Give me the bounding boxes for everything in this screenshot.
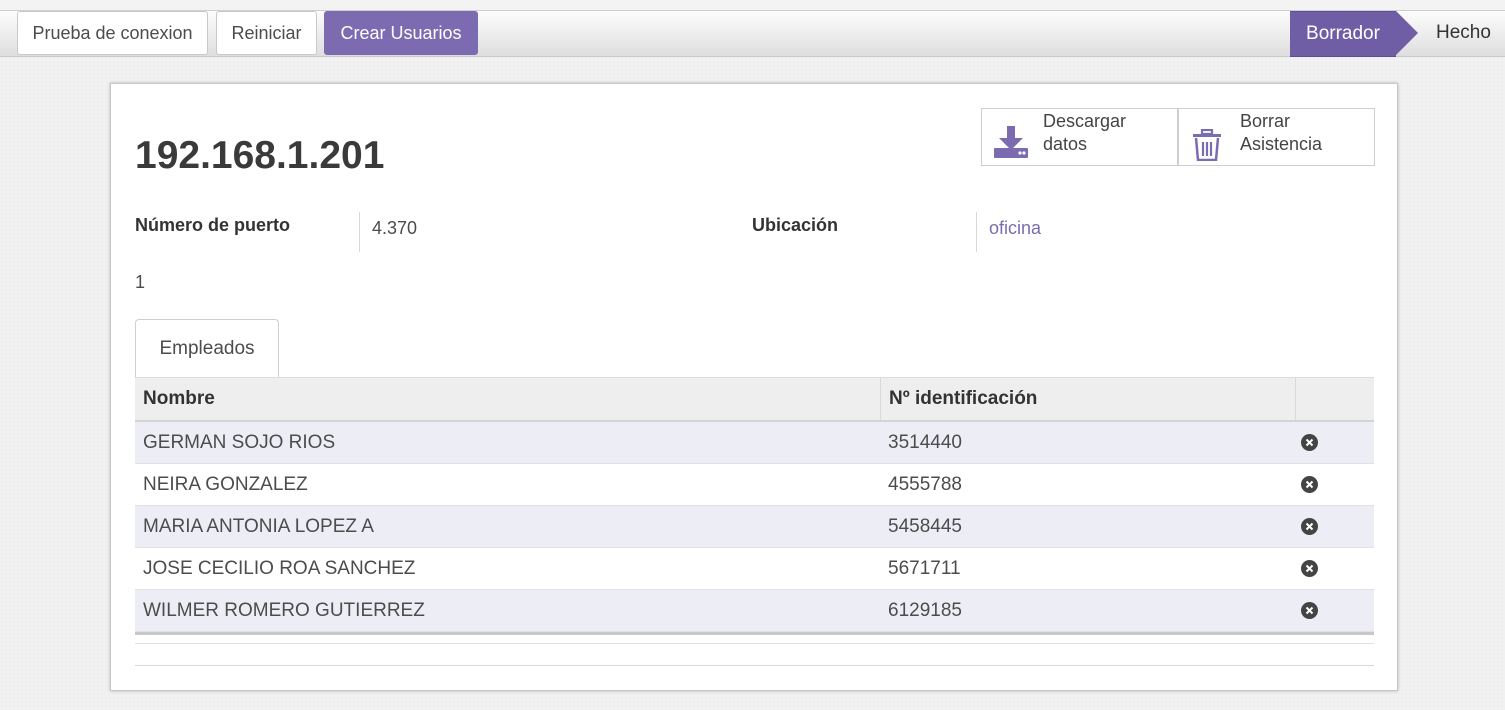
- circle-x-icon[interactable]: [1301, 476, 1318, 493]
- field-divider: [976, 212, 977, 252]
- download-label-line1: Descargar: [1043, 111, 1127, 131]
- employee-id: 5458445: [888, 515, 962, 537]
- clear-attendance-button[interactable]: Borrar Asistencia: [1178, 108, 1375, 166]
- circle-x-icon[interactable]: [1301, 602, 1318, 619]
- stage-done[interactable]: Hecho: [1436, 11, 1491, 55]
- employee-name: NEIRA GONZALEZ: [143, 473, 308, 495]
- download-icon: [993, 126, 1029, 165]
- stage-arrow: [1396, 11, 1418, 55]
- port-label: Número de puerto: [135, 215, 291, 235]
- divider: [135, 665, 1374, 666]
- column-separator: [1295, 378, 1296, 420]
- employee-name: WILMER ROMERO GUTIERREZ: [143, 599, 425, 621]
- tab-employees[interactable]: Empleados: [135, 319, 279, 378]
- employee-name: MARIA ANTONIA LOPEZ A: [143, 515, 374, 537]
- circle-x-icon[interactable]: [1301, 434, 1318, 451]
- table-row[interactable]: GERMAN SOJO RIOS 3514440: [135, 422, 1374, 464]
- test-connection-button[interactable]: Prueba de conexion: [17, 11, 208, 55]
- table-row[interactable]: MARIA ANTONIA LOPEZ A 5458445: [135, 506, 1374, 548]
- extra-value: 1: [135, 272, 146, 292]
- restart-button[interactable]: Reiniciar: [216, 11, 317, 55]
- table-row[interactable]: JOSE CECILIO ROA SANCHEZ 5671711: [135, 548, 1374, 590]
- download-data-button[interactable]: Descargar datos: [981, 108, 1178, 166]
- employee-name: GERMAN SOJO RIOS: [143, 431, 336, 453]
- employee-id: 6129185: [888, 599, 962, 621]
- location-link[interactable]: oficina: [989, 218, 1041, 239]
- field-divider: [359, 212, 360, 252]
- column-header-name[interactable]: Nombre: [143, 378, 215, 420]
- circle-x-icon[interactable]: [1301, 560, 1318, 577]
- form-sheet: 192.168.1.201 Descargar datos Borrar Asi…: [110, 83, 1398, 691]
- employee-id: 5671711: [888, 557, 961, 579]
- employee-id: 4555788: [888, 473, 962, 495]
- page-title: 192.168.1.201: [135, 134, 385, 177]
- clear-label-line2: Asistencia: [1240, 134, 1323, 154]
- trash-icon: [1192, 128, 1222, 166]
- circle-x-icon[interactable]: [1301, 518, 1318, 535]
- employee-id: 3514440: [888, 431, 962, 453]
- column-header-id[interactable]: Nº identificación: [889, 378, 1037, 420]
- table-row[interactable]: NEIRA GONZALEZ 4555788: [135, 464, 1374, 506]
- table-row[interactable]: WILMER ROMERO GUTIERREZ 6129185: [135, 590, 1374, 632]
- table-header: Nombre Nº identificación: [135, 377, 1374, 422]
- port-value[interactable]: 4.370: [372, 218, 417, 239]
- location-label: Ubicación: [752, 215, 839, 235]
- create-users-button[interactable]: Crear Usuarios: [324, 11, 478, 55]
- control-panel: Prueba de conexion Reiniciar Crear Usuar…: [0, 11, 1505, 57]
- download-label-line2: datos: [1043, 134, 1088, 154]
- employee-name: JOSE CECILIO ROA SANCHEZ: [143, 557, 416, 579]
- table-footer: [135, 632, 1374, 644]
- column-separator: [880, 378, 881, 420]
- top-border: [0, 0, 1505, 11]
- clear-label-line1: Borrar: [1240, 111, 1291, 131]
- employees-table: Nombre Nº identificación GERMAN SOJO RIO…: [135, 377, 1374, 644]
- stage-draft[interactable]: Borrador: [1290, 11, 1396, 57]
